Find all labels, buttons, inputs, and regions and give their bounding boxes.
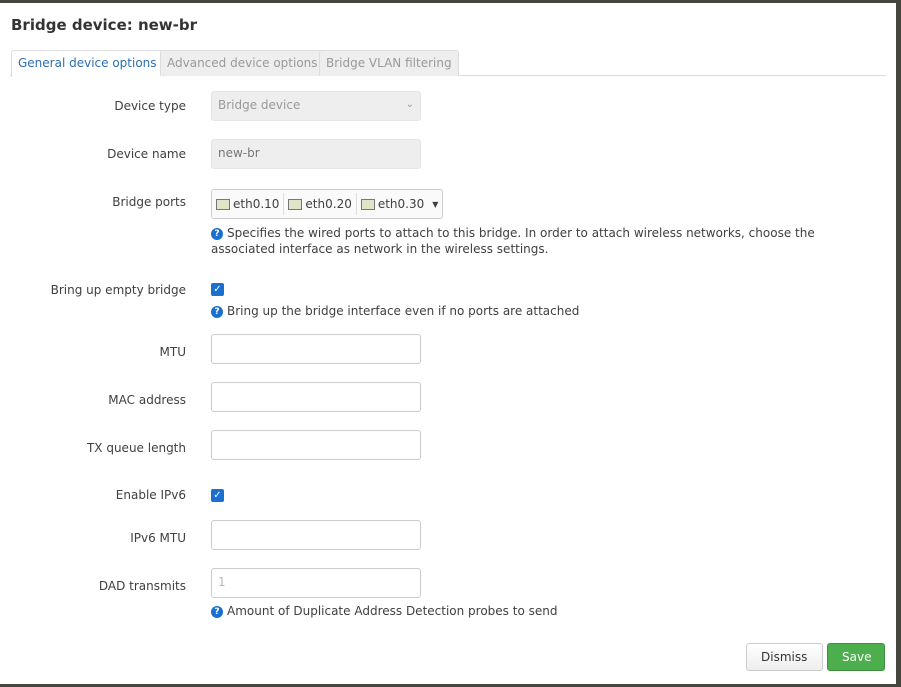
help-text: Bring up the bridge interface even if no… — [227, 304, 580, 318]
port-label: eth0.30 — [377, 197, 425, 211]
bring-up-help: ? Bring up the bridge interface even if n… — [211, 303, 871, 319]
mtu-label: MTU — [159, 345, 186, 359]
ipv6-mtu-input[interactable] — [211, 520, 421, 550]
txqueue-label: TX queue length — [86, 441, 186, 455]
help-text: Specifies the wired ports to attach to t… — [211, 226, 815, 256]
ipv6-label: Enable IPv6 — [115, 488, 186, 502]
dad-label: DAD transmits — [98, 579, 186, 593]
help-text: Amount of Duplicate Address Detection pr… — [227, 604, 558, 618]
dialog-title: Bridge device: new-br — [11, 16, 198, 34]
tab-general[interactable]: General device options — [11, 50, 164, 77]
bridge-ports-dropdown[interactable]: eth0.10 eth0.20 eth0.30 ▼ — [211, 189, 444, 219]
dismiss-button[interactable]: Dismiss — [746, 643, 823, 671]
help-icon: ? — [211, 306, 223, 318]
tab-advanced[interactable]: Advanced device options — [160, 50, 325, 76]
bridge-ports-help: ? Specifies the wired ports to attach to … — [211, 225, 871, 257]
dad-input[interactable]: 1 — [211, 568, 421, 598]
network-port-icon — [216, 198, 230, 210]
device-type-value: Bridge device — [218, 98, 301, 112]
ipv6-mtu-label: IPv6 MTU — [130, 531, 186, 545]
port-item: eth0.30 ▼ — [357, 193, 443, 215]
mac-label: MAC address — [108, 393, 186, 407]
tab-vlan[interactable]: Bridge VLAN filtering — [319, 50, 459, 76]
port-label: eth0.20 — [305, 197, 352, 211]
port-label: eth0.10 — [233, 197, 280, 211]
port-item: eth0.20 — [284, 193, 357, 215]
device-name-input[interactable]: new-br — [211, 139, 421, 169]
device-name-label: Device name — [107, 147, 186, 161]
dad-help: ? Amount of Duplicate Address Detection p… — [211, 603, 871, 619]
device-type-select[interactable]: Bridge device ⌄ — [211, 91, 421, 121]
device-type-label: Device type — [114, 99, 186, 113]
tab-bar: General device options Advanced device o… — [10, 48, 886, 77]
help-icon: ? — [211, 228, 223, 240]
port-item: eth0.10 — [212, 193, 285, 215]
bring-up-label: Bring up empty bridge — [50, 283, 186, 297]
chevron-down-icon: ⌄ — [405, 99, 414, 110]
bring-up-checkbox[interactable]: ✓ — [211, 283, 224, 296]
bridge-device-dialog: Bridge device: new-br General device opt… — [0, 3, 896, 684]
network-port-icon — [360, 198, 375, 210]
save-button[interactable]: Save — [827, 643, 885, 671]
ipv6-checkbox[interactable]: ✓ — [211, 489, 224, 502]
dropdown-arrow-icon: ▼ — [432, 199, 439, 209]
mac-input[interactable] — [211, 382, 421, 412]
bridge-ports-label: Bridge ports — [112, 195, 186, 209]
network-port-icon — [288, 198, 303, 210]
help-icon: ? — [211, 606, 223, 618]
mtu-input[interactable] — [211, 334, 421, 364]
txqueue-input[interactable] — [211, 430, 421, 460]
